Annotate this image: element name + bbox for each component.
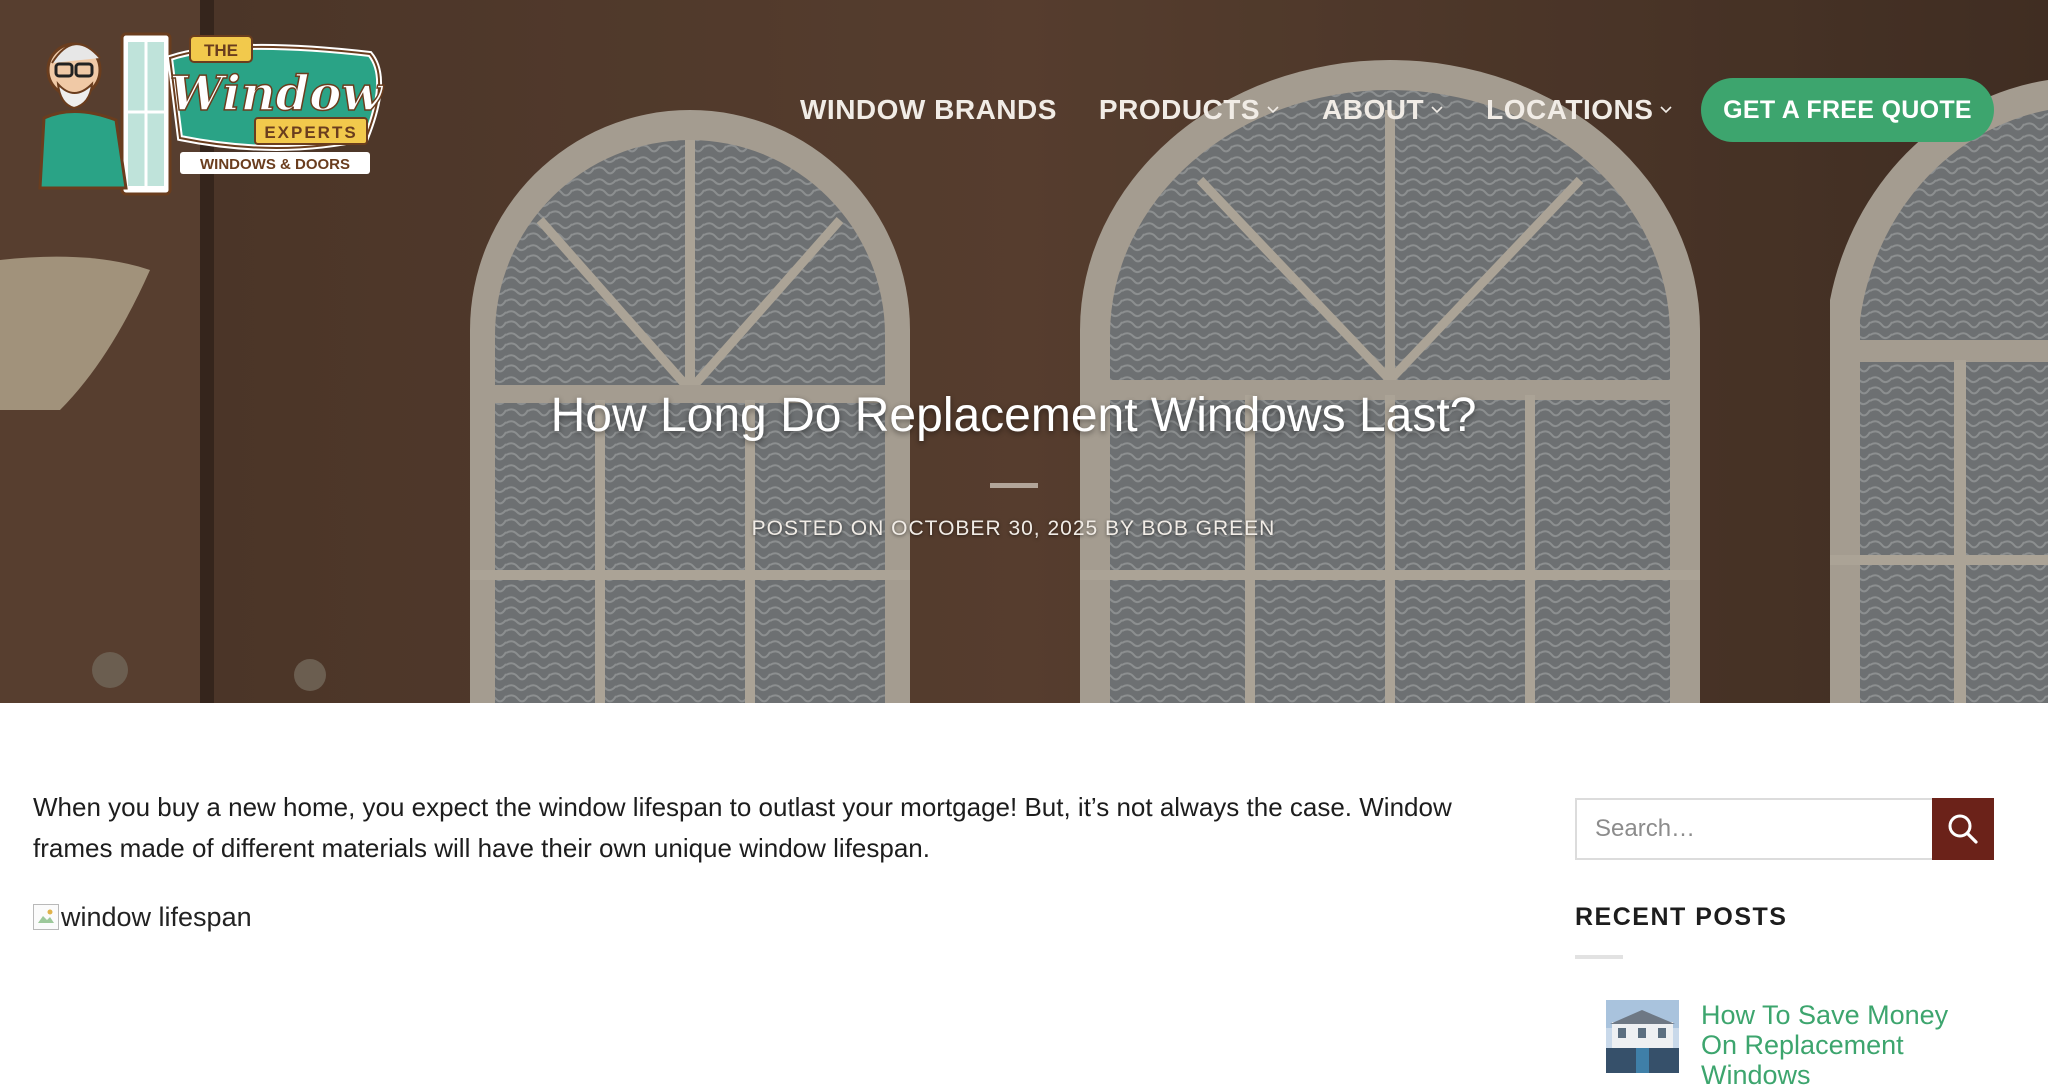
search-button[interactable] xyxy=(1932,798,1994,860)
nav-item-label: PRODUCTS xyxy=(1098,94,1261,125)
site-logo[interactable]: THE Window EXPERTS WINDOWS & DOORS xyxy=(30,18,386,202)
article-intro: When you buy a new home, you expect the … xyxy=(33,792,1452,863)
nav-item-label: LOCATIONS xyxy=(1486,94,1654,125)
svg-text:THE: THE xyxy=(204,41,238,60)
nav-item-locations[interactable]: LOCATIONS xyxy=(1486,94,1673,126)
title-divider xyxy=(990,483,1038,488)
nav-item-label: WINDOW BRANDS xyxy=(800,94,1057,125)
search-input[interactable] xyxy=(1575,798,1932,860)
nav-item-about[interactable]: ABOUT xyxy=(1322,94,1444,126)
nav-item-products[interactable]: PRODUCTS xyxy=(1099,94,1280,126)
svg-text:WINDOWS & DOORS: WINDOWS & DOORS xyxy=(200,156,350,173)
post-title: How Long Do Replacement Windows Last? xyxy=(550,389,1477,442)
nav-item-window-brands[interactable]: WINDOW BRANDS xyxy=(800,94,1057,126)
article-image: window lifespan xyxy=(33,902,252,933)
recent-post-item[interactable]: How To Save Money On Replacement Windows xyxy=(1606,1000,1971,1086)
nav-item-label: ABOUT xyxy=(1322,94,1425,125)
svg-text:Window: Window xyxy=(169,66,384,122)
search-icon xyxy=(1948,814,1978,844)
recent-post-thumbnail[interactable] xyxy=(1606,1000,1679,1073)
logo-wordmark: THE Window EXPERTS WINDOWS & DOORS xyxy=(166,35,385,174)
chevron-down-icon xyxy=(1660,106,1672,114)
recent-posts-divider xyxy=(1575,955,1623,959)
chevron-down-icon xyxy=(1267,106,1279,114)
search-form xyxy=(1575,798,1994,860)
post-meta: POSTED ON OCTOBER 30, 2025 BY BOB GREEN xyxy=(751,517,1276,540)
chevron-down-icon xyxy=(1431,106,1443,114)
recent-post-title[interactable]: How To Save Money On Replacement Windows xyxy=(1701,1000,1971,1086)
main-nav: WINDOW BRANDS PRODUCTS ABOUT LOCATIONS xyxy=(800,86,1715,134)
recent-posts-heading: RECENT POSTS xyxy=(1575,903,1788,931)
mascot-illustration xyxy=(38,32,172,196)
article-body: When you buy a new home, you expect the … xyxy=(33,787,1513,869)
get-free-quote-button[interactable]: GET A FREE QUOTE xyxy=(1701,78,1994,142)
svg-text:EXPERTS: EXPERTS xyxy=(264,123,357,142)
image-alt-text: window lifespan xyxy=(61,902,252,932)
broken-image-icon xyxy=(33,904,59,930)
